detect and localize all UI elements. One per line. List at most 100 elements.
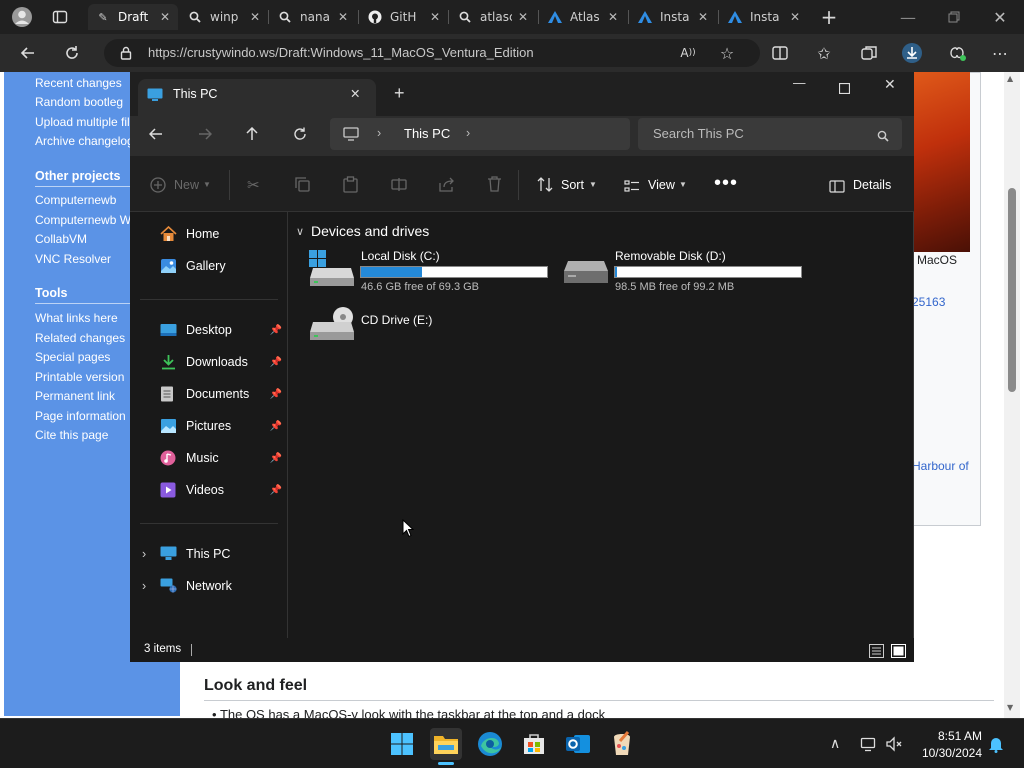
copilot-icon[interactable]	[945, 41, 969, 65]
collapse-chevron-icon[interactable]: ∨	[296, 225, 304, 238]
file-explorer-taskbar-icon[interactable]	[430, 728, 462, 760]
refresh-icon[interactable]	[293, 126, 307, 145]
nav-item-this-pc[interactable]: This PC	[160, 540, 286, 568]
nav-item-pictures[interactable]: Pictures 📌	[160, 412, 286, 440]
close-tab-icon[interactable]: ✕	[698, 10, 708, 24]
restore-icon[interactable]	[942, 5, 966, 29]
show-hidden-icons-chevron-icon[interactable]: ∧	[830, 736, 840, 752]
volume-muted-icon[interactable]	[886, 736, 902, 756]
pin-icon[interactable]: 📌	[270, 453, 282, 464]
share-icon[interactable]	[439, 177, 455, 196]
store-taskbar-icon[interactable]	[518, 728, 550, 760]
minimize-icon[interactable]: —	[896, 5, 920, 29]
close-window-icon[interactable]: ✕	[988, 5, 1012, 29]
edge-taskbar-icon[interactable]	[474, 728, 506, 760]
details-button[interactable]: Details	[853, 178, 891, 192]
up-icon[interactable]	[245, 126, 259, 145]
browser-tab-install-1[interactable]: Insta ✕	[630, 4, 716, 30]
minimize-icon[interactable]: —	[793, 76, 806, 90]
wiki-link[interactable]: Upload multiple file	[35, 115, 136, 129]
browser-tab-draft[interactable]: ✎ Draft ✕	[88, 4, 178, 30]
clock-time[interactable]: 8:51 AM	[920, 729, 982, 743]
new-tab-icon[interactable]: +	[394, 83, 405, 104]
nav-item-network[interactable]: Network	[160, 572, 286, 600]
wiki-link[interactable]: CollabVM	[35, 232, 87, 246]
search-placeholder[interactable]: Search This PC	[653, 126, 744, 141]
chevron-down-icon[interactable]: ▼	[203, 180, 211, 189]
drive-item-c[interactable]: Local Disk (C:) 46.6 GB free of 69.3 GB	[309, 248, 557, 296]
more-options-icon[interactable]: ⋯	[988, 41, 1012, 65]
close-tab-icon[interactable]: ✕	[430, 10, 440, 24]
wiki-link[interactable]: Printable version	[35, 370, 124, 384]
expand-chevron-icon[interactable]: ›	[142, 579, 146, 593]
wiki-link[interactable]: Random bootleg	[35, 95, 123, 109]
browser-tab-atlasc[interactable]: atlasc ✕	[450, 4, 536, 30]
close-tab-icon[interactable]: ✕	[250, 10, 260, 24]
wiki-link[interactable]: Related changes	[35, 331, 125, 345]
chevron-down-icon[interactable]: ▼	[589, 180, 597, 189]
scroll-down-icon[interactable]: ▼	[1007, 703, 1013, 712]
favorite-star-icon[interactable]: ☆	[715, 41, 739, 65]
section-title[interactable]: Devices and drives	[311, 223, 429, 239]
close-tab-icon[interactable]: ✕	[338, 10, 348, 24]
browser-tab-atlas[interactable]: Atlas ✕	[540, 4, 626, 30]
copy-icon[interactable]	[295, 177, 310, 196]
back-icon[interactable]	[148, 126, 163, 145]
wiki-link[interactable]: Computernewb Wi	[35, 213, 134, 227]
paint-taskbar-icon[interactable]	[606, 728, 638, 760]
profile-avatar-icon[interactable]	[10, 5, 34, 29]
close-tab-icon[interactable]: ✕	[790, 10, 800, 24]
sort-button[interactable]: Sort	[561, 178, 584, 192]
pin-icon[interactable]: 📌	[270, 325, 282, 336]
close-tab-icon[interactable]: ✕	[160, 10, 170, 24]
browser-tab-winp[interactable]: winp ✕	[180, 4, 268, 30]
infobox-link[interactable]: Harbour of	[912, 459, 969, 473]
wiki-link[interactable]: Recent changes	[35, 76, 122, 90]
new-button[interactable]: New	[174, 178, 199, 192]
drive-item-d[interactable]: Removable Disk (D:) 98.5 MB free of 99.2…	[563, 248, 811, 296]
favorites-icon[interactable]: ✩	[812, 41, 836, 65]
rename-icon[interactable]	[391, 177, 407, 196]
view-button[interactable]: View	[648, 178, 675, 192]
refresh-icon[interactable]	[60, 41, 84, 65]
nav-item-videos[interactable]: Videos 📌	[160, 476, 286, 504]
pin-icon[interactable]: 📌	[270, 421, 282, 432]
pin-icon[interactable]: 📌	[270, 485, 282, 496]
view-icon[interactable]	[624, 178, 640, 197]
details-view-icon[interactable]	[869, 643, 884, 662]
pin-icon[interactable]: 📌	[270, 357, 282, 368]
clock-date[interactable]: 10/30/2024	[912, 746, 982, 760]
url-text[interactable]: https://crustywindo.ws/Draft:Windows_11_…	[148, 45, 534, 60]
close-window-icon[interactable]: ✕	[884, 76, 896, 93]
infobox-image[interactable]	[910, 72, 970, 252]
network-status-icon[interactable]	[860, 736, 876, 756]
close-tab-icon[interactable]: ✕	[518, 10, 528, 24]
nav-item-desktop[interactable]: Desktop 📌	[160, 316, 286, 344]
start-button[interactable]	[386, 728, 418, 760]
read-aloud-icon[interactable]: A))	[676, 41, 700, 65]
paste-icon[interactable]	[343, 176, 358, 197]
wiki-link[interactable]: What links here	[35, 311, 118, 325]
back-icon[interactable]	[16, 41, 40, 65]
close-tab-icon[interactable]: ✕	[350, 86, 360, 101]
scroll-up-icon[interactable]: ▲	[1007, 74, 1013, 83]
chevron-right-icon[interactable]: ›	[377, 126, 381, 140]
breadcrumb[interactable]	[330, 118, 630, 150]
wiki-link[interactable]: Special pages	[35, 350, 110, 364]
wiki-link[interactable]: Computernewb	[35, 193, 116, 207]
notifications-bell-icon[interactable]	[988, 736, 1004, 757]
details-pane-icon[interactable]	[829, 178, 845, 197]
browser-tab-install-2[interactable]: Insta ✕	[720, 4, 808, 30]
lock-icon[interactable]	[114, 41, 138, 65]
downloads-icon[interactable]	[900, 41, 924, 65]
wiki-link[interactable]: VNC Resolver	[35, 252, 111, 266]
nav-item-documents[interactable]: Documents 📌	[160, 380, 286, 408]
more-options-icon[interactable]: •••	[714, 172, 738, 195]
close-tab-icon[interactable]: ✕	[608, 10, 618, 24]
wiki-link[interactable]: Permanent link	[35, 389, 115, 403]
tab-actions-icon[interactable]	[48, 5, 72, 29]
page-scrollbar[interactable]	[1004, 72, 1020, 718]
cut-icon[interactable]: ✂	[247, 176, 260, 194]
browser-tab-github[interactable]: GitH ✕	[360, 4, 448, 30]
outlook-taskbar-icon[interactable]	[562, 728, 594, 760]
